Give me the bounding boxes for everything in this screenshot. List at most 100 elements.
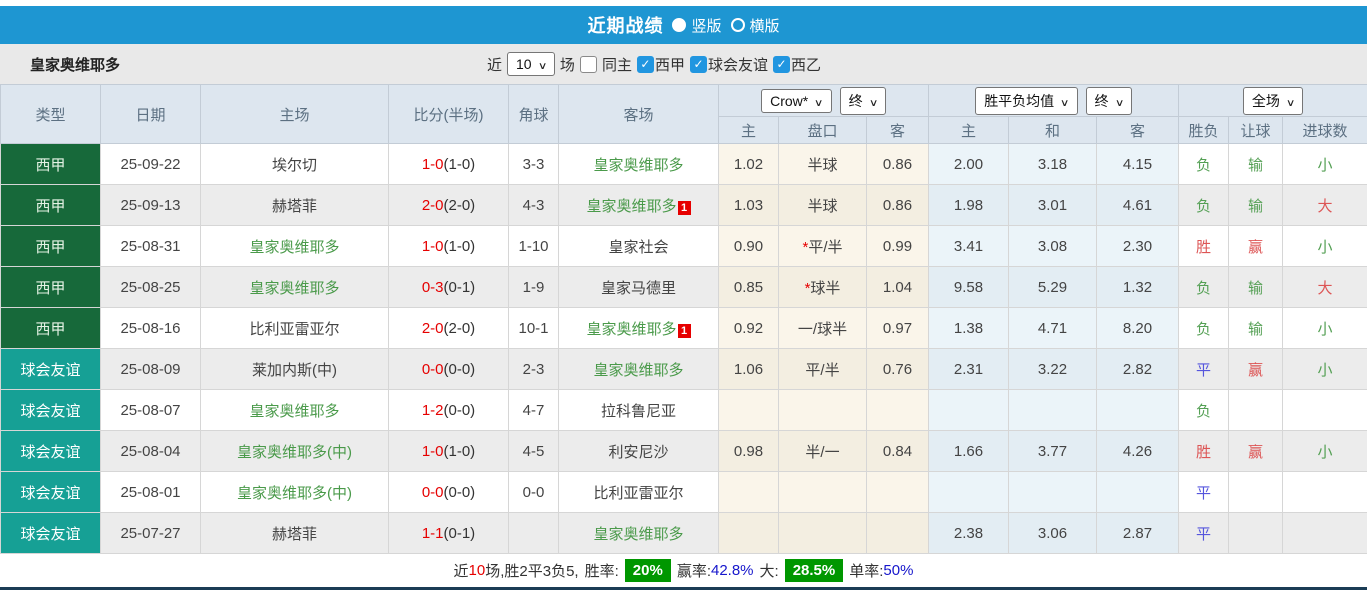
result-cell: 胜 — [1179, 431, 1229, 472]
match-type-badge: 西甲 — [1, 144, 101, 185]
match-type-badge: 西甲 — [1, 267, 101, 308]
radio-selected-icon[interactable] — [672, 18, 686, 32]
col-asian-line: 盘口 — [779, 117, 867, 144]
away-team-name: 皇家马德里 — [601, 280, 676, 297]
result-cell: 负 — [1179, 185, 1229, 226]
same-home-label: 同主 — [602, 54, 632, 75]
match-date: 25-08-25 — [101, 267, 201, 308]
corner-score: 4-5 — [509, 431, 559, 472]
table-row: 西甲 25-09-13 赫塔菲 2-0(2-0) 4-3 皇家奥维耶多1 1.0… — [1, 185, 1367, 226]
asian-home-odds: 0.90 — [719, 226, 779, 267]
euro-draw-odds: 5.29 — [1009, 267, 1097, 308]
home-team: 皇家奥维耶多 — [201, 267, 389, 308]
table-row: 西甲 25-08-25 皇家奥维耶多 0-3(0-1) 1-9 皇家马德里 0.… — [1, 267, 1367, 308]
away-team-name: 皇家奥维耶多 — [586, 198, 676, 215]
match-date: 25-08-16 — [101, 308, 201, 349]
euro-draw-odds: 3.01 — [1009, 185, 1097, 226]
away-team-name: 皇家奥维耶多 — [593, 157, 683, 174]
euro-draw-odds: 4.71 — [1009, 308, 1097, 349]
away-team-name: 比利亚雷亚尔 — [593, 485, 683, 502]
chevron-down-icon — [1116, 93, 1123, 109]
asian-line: 一/球半 — [798, 321, 847, 338]
asian-home-odds: 1.02 — [719, 144, 779, 185]
match-type-badge: 西甲 — [1, 308, 101, 349]
asian-away-odds: 1.04 — [867, 267, 929, 308]
segunda-label: 西乙 — [791, 54, 821, 75]
col-handicap: 让球 — [1229, 117, 1283, 144]
asian-line: 平/半 — [808, 239, 842, 256]
asian-away-odds — [867, 390, 929, 431]
handicap-result-cell: 输 — [1229, 267, 1283, 308]
asian-home-odds: 0.98 — [719, 431, 779, 472]
laliga-checkbox[interactable] — [637, 56, 654, 73]
fulltime-score: 0-3 — [422, 279, 444, 296]
asian-line: 平/半 — [805, 362, 839, 379]
layout-option-horizontal[interactable]: 横版 — [731, 15, 780, 36]
same-home-checkbox[interactable] — [580, 56, 597, 73]
euro-time-select[interactable]: 终 — [1086, 87, 1132, 115]
asian-away-odds: 0.84 — [867, 431, 929, 472]
win-rate-badge: 20% — [625, 559, 671, 582]
asian-home-odds: 1.03 — [719, 185, 779, 226]
segunda-checkbox[interactable] — [773, 56, 790, 73]
home-team-name: 皇家奥维耶多(中) — [237, 485, 352, 502]
home-team: 莱加内斯(中) — [201, 349, 389, 390]
result-cell: 负 — [1179, 267, 1229, 308]
same-home-filter[interactable]: 同主 — [580, 54, 632, 75]
corner-score: 10-1 — [509, 308, 559, 349]
euro-home-odds: 1.38 — [929, 308, 1009, 349]
euro-away-odds — [1097, 390, 1179, 431]
summary-count: 10 — [469, 562, 486, 579]
halftime-score: (0-1) — [444, 525, 476, 542]
corner-score: 0-0 — [509, 472, 559, 513]
col-result: 胜负 — [1179, 117, 1229, 144]
away-team: 拉科鲁尼亚 — [559, 390, 719, 431]
euro-home-odds: 3.41 — [929, 226, 1009, 267]
league-filter-friendly[interactable]: 球会友谊 — [690, 54, 768, 75]
euro-away-odds: 4.61 — [1097, 185, 1179, 226]
asian-home-odds: 0.85 — [719, 267, 779, 308]
col-date: 日期 — [101, 85, 201, 144]
away-team: 比利亚雷亚尔 — [559, 472, 719, 513]
asian-line-cell — [779, 513, 867, 554]
euro-draw-odds — [1009, 390, 1097, 431]
col-home: 主场 — [201, 85, 389, 144]
euro-home-odds: 9.58 — [929, 267, 1009, 308]
radio-unselected-icon[interactable] — [731, 18, 745, 32]
goals-result-cell: 小 — [1283, 431, 1367, 472]
layout-option-vertical[interactable]: 竖版 — [672, 15, 721, 36]
euro-odds-select[interactable]: 胜平负均值 — [975, 87, 1077, 115]
home-team-name: 皇家奥维耶多(中) — [237, 444, 352, 461]
scope-select[interactable]: 全场 — [1243, 87, 1303, 115]
friendly-checkbox[interactable] — [690, 56, 707, 73]
goals-result-cell: 大 — [1283, 185, 1367, 226]
asian-line-cell: *平/半 — [779, 226, 867, 267]
away-team-name: 皇家奥维耶多 — [593, 526, 683, 543]
euro-home-odds — [929, 390, 1009, 431]
home-team-name: 赫塔菲 — [272, 198, 317, 215]
asian-away-odds: 0.86 — [867, 185, 929, 226]
odds-company-select[interactable]: Crow* — [761, 89, 831, 113]
score-cell: 2-0(2-0) — [389, 185, 509, 226]
league-filter-laliga[interactable]: 西甲 — [637, 54, 685, 75]
away-team-name: 皇家奥维耶多 — [586, 321, 676, 338]
corner-score: 2-3 — [509, 349, 559, 390]
euro-away-odds: 8.20 — [1097, 308, 1179, 349]
match-count-select[interactable]: 10 — [507, 52, 555, 76]
summary-record: 近10场,胜2平3负5, — [454, 560, 579, 581]
asian-line: 半球 — [807, 157, 837, 174]
euro-away-odds: 2.87 — [1097, 513, 1179, 554]
match-count-value: 10 — [516, 56, 532, 72]
league-filter-segunda[interactable]: 西乙 — [773, 54, 821, 75]
halftime-score: (1-0) — [444, 156, 476, 173]
match-date: 25-07-27 — [101, 513, 201, 554]
match-date: 25-08-07 — [101, 390, 201, 431]
match-type-badge: 球会友谊 — [1, 349, 101, 390]
asian-time-select[interactable]: 终 — [840, 87, 886, 115]
away-team-name: 利安尼沙 — [608, 444, 668, 461]
home-team: 赫塔菲 — [201, 513, 389, 554]
asian-away-odds: 0.97 — [867, 308, 929, 349]
asian-line-cell — [779, 390, 867, 431]
home-team-name: 埃尔切 — [272, 157, 317, 174]
team-name: 皇家奥维耶多 — [30, 54, 120, 75]
